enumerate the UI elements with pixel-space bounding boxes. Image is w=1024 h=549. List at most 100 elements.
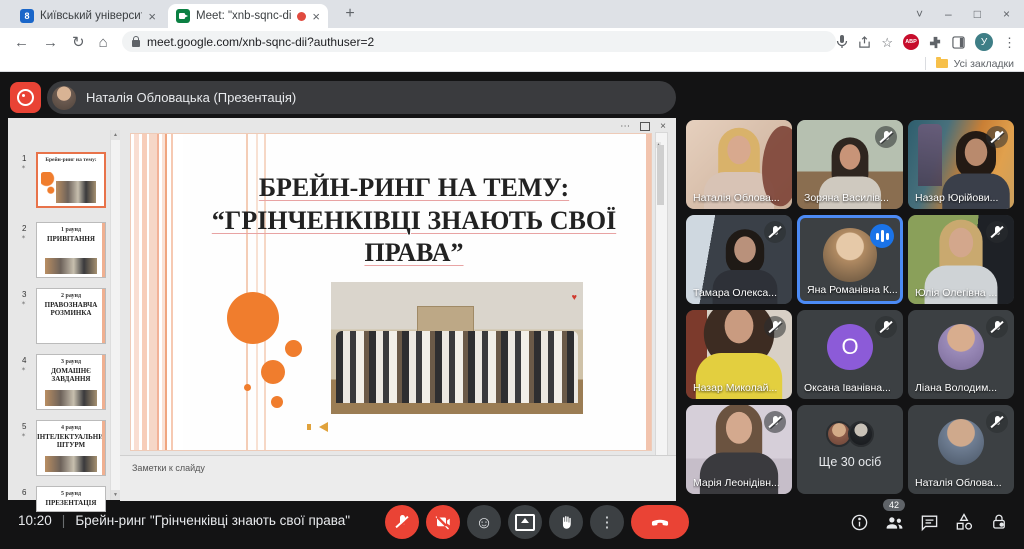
maximize-button[interactable]: □ [974, 7, 981, 21]
participant-name: Назар Миколай... [693, 382, 777, 394]
share-icon[interactable] [858, 36, 871, 49]
slide-thumbnail-panel: 1 ✶ Брейн-ринг на тему: 2 ✶ 1 раунд ПРИВ… [8, 130, 120, 500]
participant-initial-avatar: О [827, 324, 873, 370]
meet-favicon [176, 9, 190, 23]
adblock-extension-icon[interactable]: ABP [903, 34, 919, 50]
presenter-banner[interactable]: Наталія Обловацька (Презентація) [47, 81, 676, 114]
meet-bottom-bar: 10:20 | Брейн-ринг "Грінченківці знають … [0, 496, 1024, 549]
present-screen-button[interactable] [508, 505, 542, 539]
clock-time: 10:20 [18, 513, 52, 528]
address-bar[interactable]: meet.google.com/xnb-sqnc-dii?authuser=2 [122, 31, 836, 52]
profile-avatar[interactable]: У [975, 33, 993, 51]
participant-name: Наталія Облова... [693, 192, 780, 204]
ppt-close-icon[interactable]: × [660, 121, 666, 132]
forward-button[interactable]: → [43, 35, 58, 50]
activities-button[interactable] [953, 511, 975, 533]
participant-avatar [938, 324, 984, 370]
raise-hand-button[interactable] [549, 505, 583, 539]
mic-off-icon [764, 316, 786, 338]
participant-avatar [823, 228, 877, 282]
camera-off-button[interactable] [426, 505, 460, 539]
meeting-details-button[interactable] [848, 511, 870, 533]
ppt-more-icon[interactable]: ⋯ [620, 121, 630, 132]
participants-button[interactable]: 42 [883, 511, 905, 533]
participant-tile[interactable]: Марія Леонідівн... [686, 405, 792, 494]
page-url: meet.google.com/xnb-sqnc-dii?authuser=2 [147, 35, 374, 49]
home-button[interactable]: ⌂ [99, 35, 108, 50]
all-bookmarks-label: Усі закладки [954, 58, 1014, 70]
mic-off-icon [986, 126, 1008, 148]
tab-title: Київський університет імені Бо [40, 10, 142, 22]
mic-off-icon [986, 316, 1008, 338]
participant-name: Яна Романівна К... [807, 284, 898, 296]
back-button[interactable]: ← [14, 35, 29, 50]
participant-name: Юлія Олегівна ... [915, 287, 997, 299]
slide-number: 1 [22, 154, 26, 163]
browser-menu-icon[interactable]: ⋮ [1003, 36, 1016, 49]
slide-side-stripes [131, 134, 183, 450]
all-bookmarks-button[interactable]: Усі закладки [925, 57, 1014, 70]
animation-star-icon: ✶ [21, 432, 26, 439]
scroll-up-icon[interactable]: ▲ [111, 130, 120, 140]
tab-close-icon[interactable]: × [148, 10, 156, 23]
browser-toolbar: ← → ↻ ⌂ meet.google.com/xnb-sqnc-dii?aut… [0, 28, 1024, 56]
close-window-button[interactable]: × [1003, 7, 1010, 21]
participant-tile[interactable]: Назар Миколай... [686, 310, 792, 399]
more-participants-tile[interactable]: Ще 30 осіб [797, 405, 903, 494]
participant-tile[interactable]: Юлія Олегівна ... [908, 215, 1014, 304]
thumb-title: Брейн-ринг на тему: [38, 157, 104, 163]
animation-star-icon: ✶ [21, 164, 26, 171]
participant-avatars-stack [826, 421, 874, 447]
tab-university[interactable]: 8 Київський університет імені Бо × [12, 4, 164, 28]
mic-off-button[interactable] [385, 505, 419, 539]
participant-avatar [938, 419, 984, 465]
mic-toolbar-icon[interactable] [836, 35, 848, 49]
ppt-restore-icon[interactable] [640, 122, 650, 131]
chat-button[interactable] [918, 511, 940, 533]
mic-off-icon [764, 411, 786, 433]
new-tab-button[interactable]: + [340, 4, 360, 24]
tab-meet[interactable]: Meet: "xnb-sqnc-dii" × [168, 4, 328, 28]
end-call-button[interactable] [631, 505, 689, 539]
slide-group-photo: ♥ [331, 282, 583, 414]
slide-right-stripe [646, 134, 651, 450]
participant-tile[interactable]: Назар Юрійови... [908, 120, 1014, 209]
tab-close-icon[interactable]: × [312, 10, 320, 23]
mic-off-icon [764, 221, 786, 243]
mic-off-icon [986, 221, 1008, 243]
sidebar-icon[interactable] [952, 36, 965, 49]
slide-audio-icon[interactable] [319, 422, 328, 432]
participant-name: Наталія Облова... [915, 477, 1002, 489]
presenter-name: Наталія Обловацька (Презентація) [86, 90, 296, 105]
thumb-photo [56, 181, 96, 203]
reload-button[interactable]: ↻ [72, 35, 85, 50]
participant-tile[interactable]: Наталія Облова... [908, 405, 1014, 494]
participant-tile[interactable]: Наталія Облова... [686, 120, 792, 209]
extensions-puzzle-icon[interactable] [929, 36, 942, 49]
thumbs-scrollbar[interactable]: ▲ ▼ [110, 130, 120, 500]
animation-star-icon: ✶ [21, 300, 26, 307]
reactions-button[interactable]: ☺ [467, 505, 501, 539]
participant-name: Ліана Володим... [915, 382, 997, 394]
participant-tile[interactable]: Ліана Володим... [908, 310, 1014, 399]
mic-off-icon [875, 316, 897, 338]
mic-off-icon [986, 411, 1008, 433]
university-favicon: 8 [20, 9, 34, 23]
participant-name: Назар Юрійови... [915, 192, 998, 204]
recording-indicator-button[interactable] [10, 82, 41, 113]
host-controls-button[interactable] [988, 511, 1010, 533]
profile-chevron-icon[interactable]: ˅ [916, 7, 923, 21]
notes-placeholder: Заметки к слайду [132, 463, 676, 473]
minimize-button[interactable]: – [945, 7, 952, 21]
participant-tile-speaking[interactable]: Яна Романівна К... [797, 215, 903, 304]
participant-tile[interactable]: Тамара Олекса... [686, 215, 792, 304]
slide-scrollbar[interactable]: ▲ [655, 132, 668, 464]
participant-name: Оксана Іванівна... [804, 382, 891, 394]
speaking-indicator-icon [870, 224, 894, 248]
speaker-notes[interactable]: Заметки к слайду [120, 455, 676, 501]
participant-name: Марія Леонідівн... [693, 477, 780, 489]
more-options-button[interactable]: ⋮ [590, 505, 624, 539]
participant-tile[interactable]: О Оксана Іванівна... [797, 310, 903, 399]
participant-tile[interactable]: Зоряна Василів... [797, 120, 903, 209]
bookmark-star-icon[interactable]: ☆ [881, 36, 893, 49]
